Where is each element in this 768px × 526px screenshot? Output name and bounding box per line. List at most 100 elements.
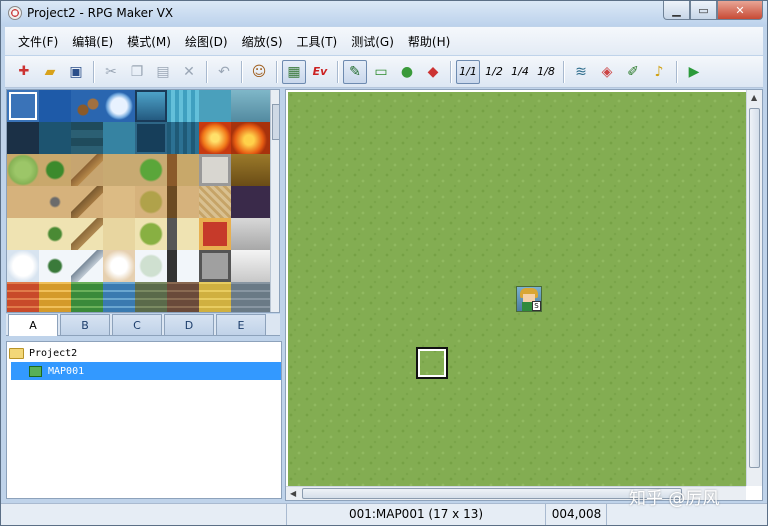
- tile-desert[interactable]: [103, 186, 135, 218]
- menu-mode[interactable]: 模式(M): [120, 33, 178, 50]
- save-icon[interactable]: ▣: [64, 60, 88, 84]
- tile-snow-post[interactable]: [167, 250, 199, 282]
- tile-dark-floor[interactable]: [231, 186, 271, 218]
- tile-roof-brown[interactable]: [167, 282, 199, 312]
- sound-test-icon[interactable]: ♪: [647, 60, 671, 84]
- tile-light-sand[interactable]: [7, 218, 39, 250]
- menu-edit[interactable]: 编辑(E): [65, 33, 120, 50]
- tab-a[interactable]: A: [8, 314, 58, 336]
- menu-help[interactable]: 帮助(H): [401, 33, 457, 50]
- tile-shallow-water[interactable]: [199, 90, 231, 122]
- tile-hill[interactable]: [71, 154, 103, 186]
- tile-lava[interactable]: [199, 122, 231, 154]
- player-start-event[interactable]: S: [516, 286, 542, 312]
- maximize-button[interactable]: ▭: [690, 1, 717, 20]
- tile-roof-grey[interactable]: [231, 282, 271, 312]
- tile-palm[interactable]: [39, 218, 71, 250]
- minimize-button[interactable]: ▁: [663, 1, 690, 20]
- menu-file[interactable]: 文件(F): [11, 33, 65, 50]
- tab-b[interactable]: B: [60, 314, 110, 335]
- tile-pillar[interactable]: [167, 218, 199, 250]
- tile-sand-hill[interactable]: [71, 186, 103, 218]
- tileset-palette[interactable]: [6, 89, 280, 313]
- tile-frost-bush[interactable]: [135, 250, 167, 282]
- cut-icon[interactable]: ✂: [99, 60, 123, 84]
- map-vertical-thumb[interactable]: [749, 108, 760, 468]
- paste-icon[interactable]: ▤: [151, 60, 175, 84]
- tile-roof-red[interactable]: [7, 282, 39, 312]
- ellipse-icon[interactable]: ●: [395, 60, 419, 84]
- tile-door[interactable]: [199, 250, 231, 282]
- tile-fence[interactable]: [167, 154, 199, 186]
- tile-dune[interactable]: [71, 218, 103, 250]
- delete-icon[interactable]: ✕: [177, 60, 201, 84]
- menu-tools[interactable]: 工具(T): [290, 33, 345, 50]
- tile-shrub[interactable]: [135, 218, 167, 250]
- pencil-icon[interactable]: ✎: [343, 59, 367, 84]
- map-horizontal-thumb[interactable]: [302, 488, 682, 499]
- tile-cave-water[interactable]: [39, 122, 71, 154]
- tile-dark-water[interactable]: [7, 122, 39, 154]
- zoom-1-1-icon[interactable]: 1/1: [456, 59, 480, 84]
- tile-tree[interactable]: [135, 154, 167, 186]
- tile-wood[interactable]: [231, 154, 271, 186]
- tile-dark-waterfall[interactable]: [167, 122, 199, 154]
- menu-draw[interactable]: 绘图(D): [178, 33, 235, 50]
- tab-c[interactable]: C: [112, 314, 162, 335]
- tile-snow-field[interactable]: [103, 250, 135, 282]
- tab-d[interactable]: D: [164, 314, 214, 335]
- tile-waterfall[interactable]: [167, 90, 199, 122]
- tile-pond[interactable]: [231, 90, 271, 122]
- tile-post[interactable]: [167, 186, 199, 218]
- tile-snow[interactable]: [7, 250, 39, 282]
- close-button[interactable]: ✕: [717, 1, 763, 20]
- open-icon[interactable]: ▰: [38, 60, 62, 84]
- material-icon[interactable]: ◈: [595, 60, 619, 84]
- map-vertical-scrollbar[interactable]: ▲: [746, 90, 762, 486]
- tile-deep-water[interactable]: [135, 90, 167, 122]
- event-layer-icon[interactable]: Ev: [308, 60, 332, 84]
- tile-bush[interactable]: [39, 154, 71, 186]
- tile-roof-slate[interactable]: [135, 282, 167, 312]
- tileset-scroll-thumb[interactable]: [272, 104, 279, 140]
- tile-water-wall[interactable]: [71, 122, 103, 154]
- scroll-up-icon[interactable]: ▲: [751, 93, 757, 102]
- tile-roof-blue[interactable]: [103, 282, 135, 312]
- tile-white-wall[interactable]: [231, 250, 271, 282]
- tile-sand[interactable]: [7, 186, 39, 218]
- tile-selected[interactable]: [7, 90, 39, 122]
- tile-lava-2[interactable]: [231, 122, 271, 154]
- tile-beach[interactable]: [103, 218, 135, 250]
- tileset-scrollbar[interactable]: [270, 90, 279, 312]
- tile-roof-yellow[interactable]: [199, 282, 231, 312]
- copy-icon[interactable]: ❐: [125, 60, 149, 84]
- tile-roof-orange[interactable]: [39, 282, 71, 312]
- tile-canal[interactable]: [103, 122, 135, 154]
- tab-e[interactable]: E: [216, 314, 266, 335]
- tile-dry-bush[interactable]: [135, 186, 167, 218]
- database-icon[interactable]: ≋: [569, 60, 593, 84]
- tile-stone-floor[interactable]: [199, 154, 231, 186]
- fill-icon[interactable]: ◆: [421, 60, 445, 84]
- tile-snow-tree[interactable]: [39, 250, 71, 282]
- map-layer-icon[interactable]: ▦: [282, 59, 306, 84]
- tile-roof-green[interactable]: [71, 282, 103, 312]
- tile-water-ice[interactable]: [103, 90, 135, 122]
- script-editor-icon[interactable]: ✐: [621, 60, 645, 84]
- menu-zoom[interactable]: 缩放(S): [235, 33, 290, 50]
- tile-dirt[interactable]: [103, 154, 135, 186]
- tile-sand-rock[interactable]: [39, 186, 71, 218]
- tile-grass-patch[interactable]: [7, 154, 39, 186]
- tile-red-carpet[interactable]: [199, 218, 231, 250]
- undo-icon[interactable]: ↶: [212, 60, 236, 84]
- tile-marble[interactable]: [231, 218, 271, 250]
- playtest-icon[interactable]: ▶: [682, 60, 706, 84]
- map-canvas[interactable]: S: [288, 92, 746, 486]
- menu-test[interactable]: 测试(G): [344, 33, 401, 50]
- tile-pool[interactable]: [135, 122, 167, 154]
- tree-project-node[interactable]: Project2: [9, 344, 77, 362]
- zoom-1-4-icon[interactable]: 1/4: [508, 60, 532, 84]
- zoom-1-8-icon[interactable]: 1/8: [534, 60, 558, 84]
- tile-water-rocks[interactable]: [71, 90, 103, 122]
- playtest-character-icon[interactable]: ☺: [247, 60, 271, 84]
